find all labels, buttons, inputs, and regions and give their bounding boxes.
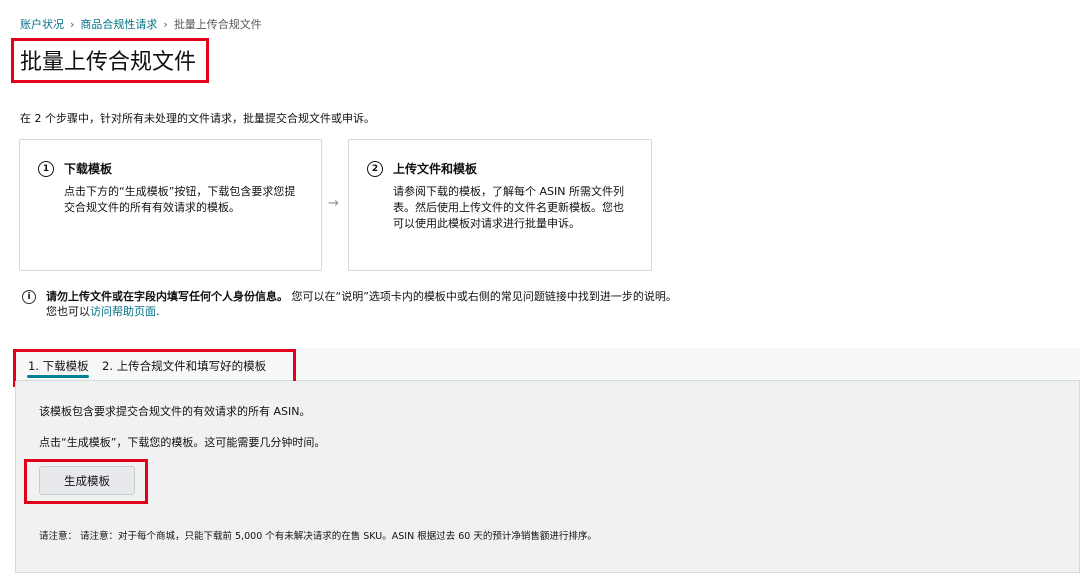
page-title: 批量上传合规文件 bbox=[20, 50, 197, 75]
step-heading: 1 下载模板 bbox=[38, 160, 303, 177]
arrow-right-icon: → bbox=[328, 196, 339, 211]
step-number-icon: 1 bbox=[38, 160, 54, 177]
breadcrumb-account-health[interactable]: 账户状况 bbox=[20, 16, 64, 32]
step-heading: 2 上传文件和模板 bbox=[367, 160, 633, 177]
breadcrumb: 账户状况 › 商品合规性请求 › 批量上传合规文件 bbox=[20, 16, 262, 32]
breadcrumb-current: 批量上传合规文件 bbox=[173, 18, 262, 31]
panel-description: 该模板包含要求提交合规文件的有效请求的所有 ASIN。 bbox=[39, 405, 311, 418]
step-card-upload: 2 上传文件和模板 请参阅下载的模板，了解每个 ASIN 所需文件列表。然后使用… bbox=[348, 139, 652, 271]
step-description: 点击下方的“生成模板”按钮，下载包含要求您提交合规文件的所有有效请求的模板。 bbox=[64, 185, 296, 214]
tab-panel-download: 该模板包含要求提交合规文件的有效请求的所有 ASIN。 点击“生成模板”，下载您… bbox=[15, 381, 1080, 573]
intro-text: 在 2 个步骤中，针对所有未处理的文件请求，批量提交合规文件或申诉。 bbox=[20, 112, 375, 125]
button-highlight-box bbox=[24, 459, 148, 504]
notice-warning: 请勿上传文件或在字段内填写任何个人身份信息。 bbox=[46, 290, 288, 303]
notice-suffix: . bbox=[156, 305, 160, 318]
step-description: 请参阅下载的模板，了解每个 ASIN 所需文件列表。然后使用上传文件的文件名更新… bbox=[393, 185, 624, 230]
chevron-right-icon: › bbox=[70, 17, 75, 31]
panel-instruction: 点击“生成模板”，下载您的模板。这可能需要几分钟时间。 bbox=[39, 436, 326, 449]
help-page-link[interactable]: 访问帮助页面 bbox=[90, 305, 156, 318]
notice-body: 您可以在“说明”选项卡内的模板中或右侧的常见问题链接中找到进一步的说明。 bbox=[291, 290, 677, 303]
step-title: 下载模板 bbox=[64, 162, 113, 176]
notice-text: 请勿上传文件或在字段内填写任何个人身份信息。 您可以在“说明”选项卡内的模板中或… bbox=[46, 289, 677, 319]
panel-note: 请注意： 请注意：对于每个商城，只能下载前 5,000 个有未解决请求的在售 S… bbox=[39, 531, 597, 542]
chevron-right-icon: › bbox=[163, 17, 168, 31]
step-title: 上传文件和模板 bbox=[393, 162, 478, 176]
step-card-download: 1 下载模板 点击下方的“生成模板”按钮，下载包含要求您提交合规文件的所有有效请… bbox=[19, 139, 322, 271]
notice-prefix: 您也可以 bbox=[46, 305, 90, 318]
breadcrumb-compliance-requests[interactable]: 商品合规性请求 bbox=[80, 16, 157, 32]
pii-notice: i 请勿上传文件或在字段内填写任何个人身份信息。 您可以在“说明”选项卡内的模板… bbox=[22, 289, 677, 319]
info-icon: i bbox=[22, 290, 36, 304]
step-number-icon: 2 bbox=[367, 160, 383, 177]
